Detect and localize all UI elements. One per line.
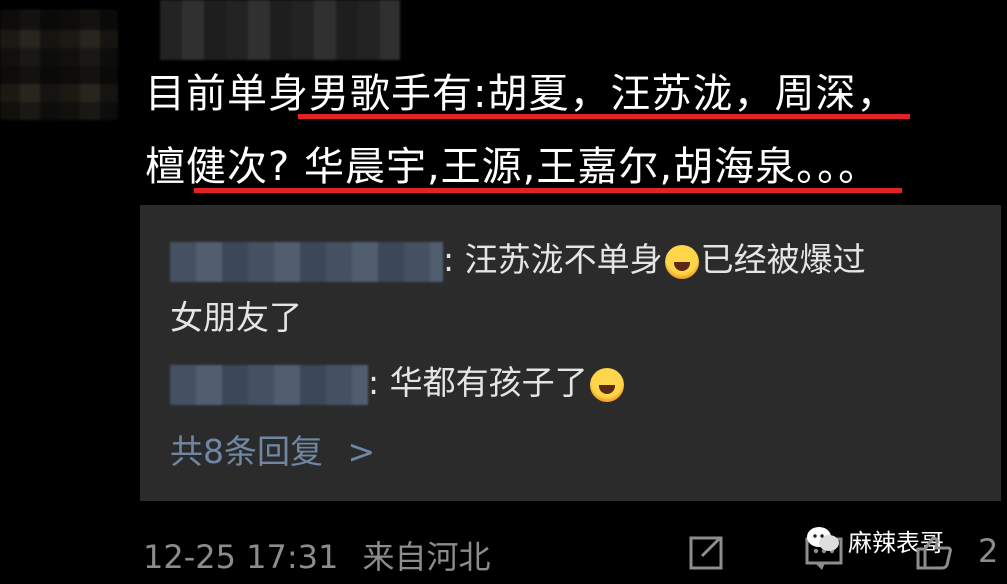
comment-line-2: 檀健次? 华晨宇,王源,王嘉尔,胡海泉。。。 xyxy=(145,144,880,190)
more-replies-label: 共8条回复 xyxy=(170,432,323,471)
user-avatar[interactable] xyxy=(0,10,118,120)
reply-text-1: : 汪苏泷不单身 xyxy=(443,240,663,279)
chevron-right-icon: > xyxy=(347,432,376,471)
highlight-underline-2 xyxy=(194,188,902,193)
reply-text-1c: 女朋友了 xyxy=(170,298,302,337)
reply-author-blurred[interactable] xyxy=(170,364,368,405)
comment-meta: 12-25 17:31 来自河北 xyxy=(143,532,491,578)
location: 来自河北 xyxy=(362,538,491,576)
like-icon[interactable] xyxy=(914,532,954,572)
username-blurred[interactable] xyxy=(160,0,400,60)
wechat-icon xyxy=(807,527,839,551)
share-icon[interactable] xyxy=(687,532,727,572)
more-replies-link[interactable]: 共8条回复 > xyxy=(170,425,375,473)
reply-item[interactable]: : 华都有孩子了 xyxy=(170,356,626,405)
laughing-crying-emoji-icon xyxy=(664,244,699,279)
reply-item-continued: 女朋友了 xyxy=(170,291,302,339)
timestamp: 12-25 17:31 xyxy=(143,538,339,576)
laughing-emoji-icon xyxy=(589,367,624,402)
highlight-underline-1 xyxy=(298,114,910,119)
comment-body: 目前单身男歌手有:胡夏，汪苏泷，周深， 檀健次? 华晨宇,王源,王嘉尔,胡海泉。… xyxy=(145,58,995,204)
reply-item[interactable]: : 汪苏泷不单身 已经被爆过 xyxy=(170,233,866,282)
reply-text-2: : 华都有孩子了 xyxy=(368,363,588,402)
comment-line-1: 目前单身男歌手有:胡夏，汪苏泷，周深， xyxy=(145,71,898,117)
reply-preview-box[interactable]: : 汪苏泷不单身 已经被爆过 女朋友了 : 华都有孩子了 共8条回复 > xyxy=(140,205,1001,501)
reply-text-1b: 已经被爆过 xyxy=(700,240,866,279)
comment-count: 2 xyxy=(978,532,999,570)
reply-author-blurred[interactable] xyxy=(170,241,443,282)
